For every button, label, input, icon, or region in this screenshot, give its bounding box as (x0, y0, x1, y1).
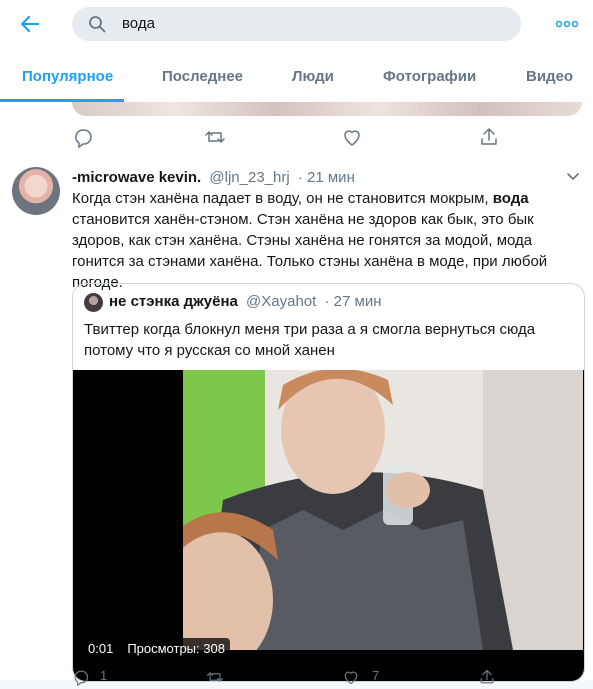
video-frame (183, 370, 583, 650)
handle[interactable]: @ljn_23_hrj (209, 169, 289, 186)
search-tabs: Популярное Последнее Люди Фотографии Вид… (0, 48, 593, 103)
reply-icon[interactable] (72, 668, 90, 689)
avatar[interactable] (12, 167, 60, 215)
share-icon[interactable] (478, 126, 500, 148)
retweet-icon[interactable] (204, 126, 226, 148)
tweet-text-part: становится ханён-стэном. Стэн ханёна не … (72, 211, 548, 291)
tweet-text-part: Когда стэн ханёна падает в воду, он не с… (72, 190, 493, 207)
caret-down-icon[interactable] (566, 172, 580, 182)
search-box[interactable]: вода (72, 7, 521, 41)
quoted-tweet[interactable]: не стэнка джуёна @Xayahot · 27 мин Твитт… (72, 283, 585, 682)
quoted-timestamp: · 27 мин (324, 293, 382, 310)
top-bar: вода (0, 0, 593, 48)
quoted-display-name: не стэнка джуёна (109, 293, 238, 310)
search-icon (89, 16, 106, 33)
tweet[interactable]: -microwave kevin. @ljn_23_hrj · 21 мин К… (0, 158, 593, 682)
tab-photos[interactable]: Фотографии (383, 68, 476, 85)
back-arrow-icon[interactable] (18, 12, 42, 36)
more-icon[interactable] (555, 18, 579, 30)
search-input[interactable]: вода (122, 15, 155, 32)
video-player[interactable]: 0:01 Просмотры: 308 (73, 370, 584, 681)
display-name[interactable]: -microwave kevin. (72, 169, 201, 186)
video-duration: 0:01 (83, 638, 119, 659)
like-count: 7 (372, 668, 380, 683)
reply-icon[interactable] (72, 126, 94, 149)
retweet-icon[interactable] (206, 668, 224, 689)
highlighted-query: вода (492, 190, 529, 207)
tweet-text: Когда стэн ханёна падает в воду, он не с… (72, 188, 577, 293)
previous-tweet[interactable] (0, 102, 593, 159)
share-icon[interactable] (478, 668, 496, 689)
tab-popular[interactable]: Популярное (22, 68, 113, 85)
reply-count: 1 (100, 668, 108, 683)
quoted-handle: @Xayahot (246, 293, 317, 310)
timestamp[interactable]: · 21 мин (298, 169, 355, 186)
previous-tweet-media[interactable] (72, 102, 582, 116)
video-badges: 0:01 Просмотры: 308 (83, 638, 234, 660)
video-views: Просмотры: 308 (122, 638, 230, 659)
like-icon[interactable] (341, 126, 363, 148)
tweet-header: -microwave kevin. @ljn_23_hrj · 21 мин (72, 169, 355, 186)
tab-people[interactable]: Люди (292, 68, 334, 85)
tab-latest[interactable]: Последнее (162, 68, 243, 85)
quoted-header: не стэнка джуёна @Xayahot · 27 мин (109, 293, 382, 310)
quoted-text: Твиттер когда блокнул меня три раза а я … (84, 321, 536, 359)
quoted-avatar (84, 293, 103, 312)
like-icon[interactable] (342, 668, 360, 689)
tab-videos[interactable]: Видео (526, 68, 573, 85)
